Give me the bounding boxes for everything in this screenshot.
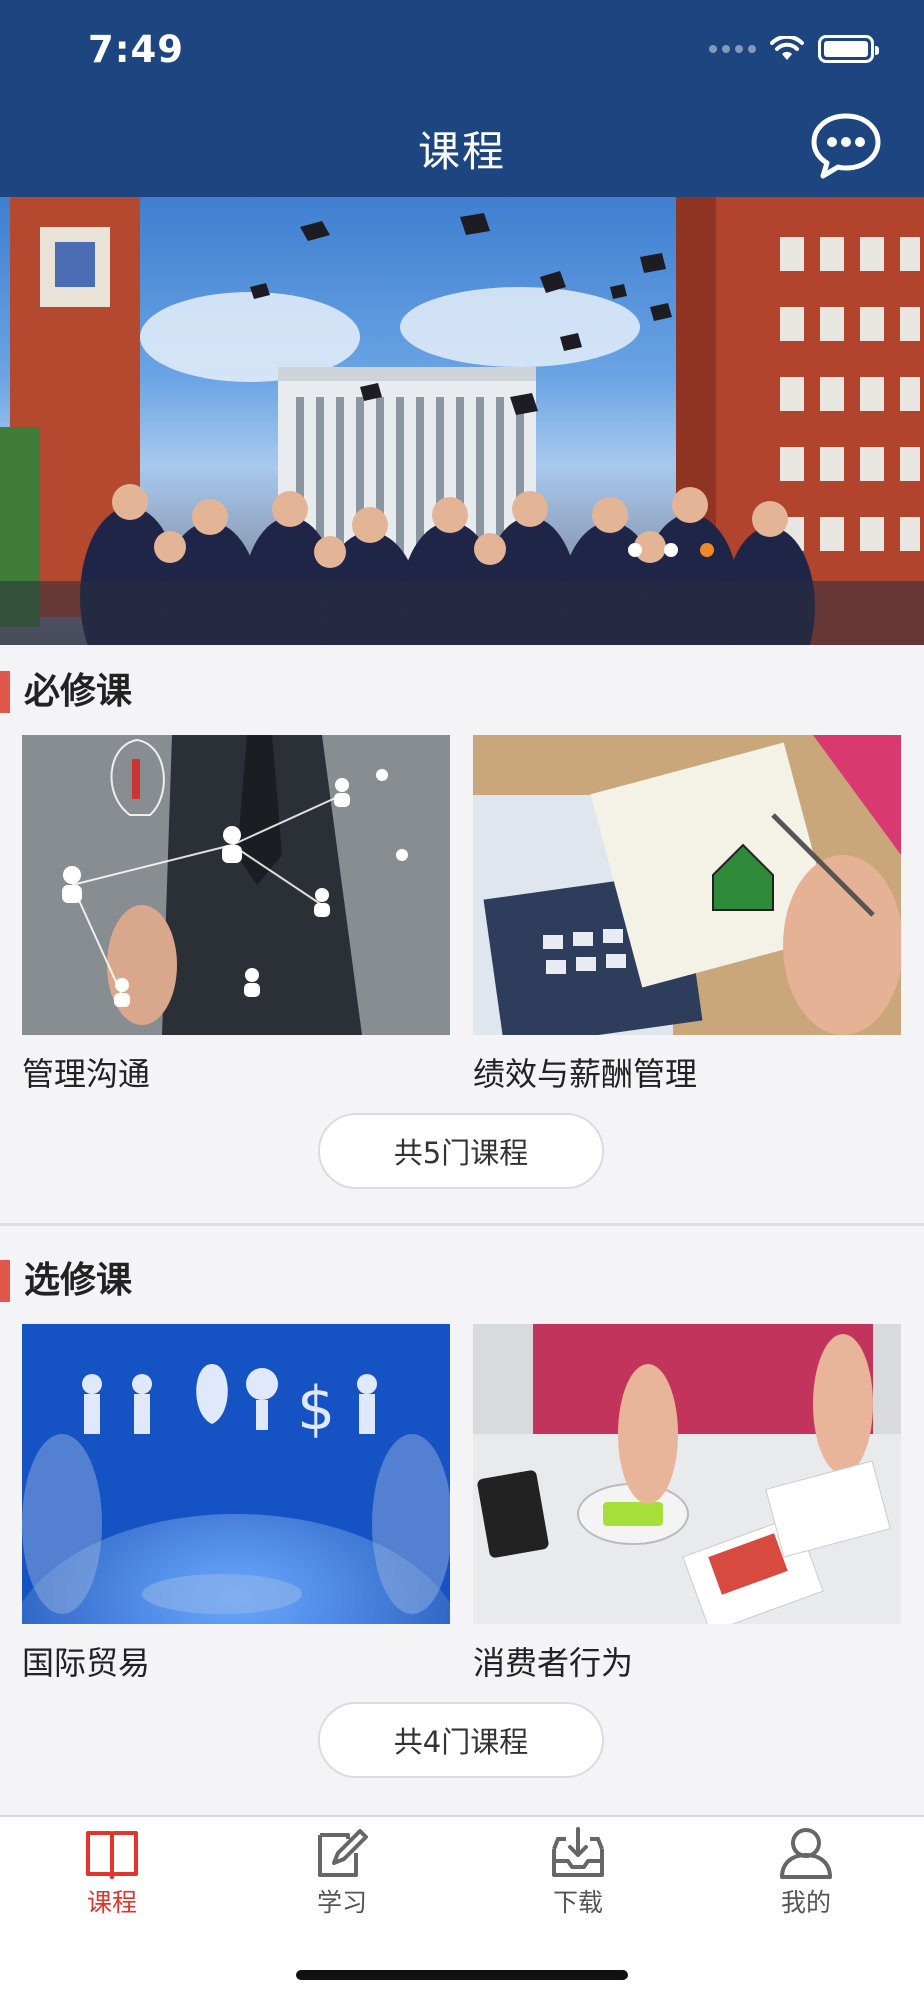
battery-icon xyxy=(818,35,879,63)
tab-download[interactable]: 下载 xyxy=(518,1825,638,1919)
app-screen: 7:49 课程 必修课 管理沟通 绩效与薪酬管理 共5门课程 选修课 $ 国际贸… xyxy=(0,0,924,2000)
section-header: 选修课 xyxy=(0,1254,924,1304)
tab-label: 我的 xyxy=(780,1888,831,1917)
tab-label: 学习 xyxy=(316,1888,367,1917)
top-header: 7:49 课程 xyxy=(0,0,924,197)
chat-bubble-icon xyxy=(811,113,881,179)
tab-me[interactable]: 我的 xyxy=(746,1825,866,1919)
course-name: 绩效与薪酬管理 xyxy=(473,1055,698,1093)
wifi-icon xyxy=(770,36,804,60)
course-name: 消费者行为 xyxy=(473,1644,634,1682)
course-image[interactable] xyxy=(22,735,450,1035)
banner-pager[interactable] xyxy=(628,543,714,557)
page-title: 课程 xyxy=(417,127,506,176)
user-icon xyxy=(780,1828,832,1879)
banner-image xyxy=(0,197,924,645)
more-courses-button[interactable]: 共5门课程 xyxy=(318,1113,604,1189)
status-time: 7:49 xyxy=(88,28,185,71)
home-indicator[interactable] xyxy=(296,1970,628,1980)
banner-dot[interactable] xyxy=(628,543,642,557)
course-name: 管理沟通 xyxy=(22,1055,151,1093)
chat-button[interactable] xyxy=(810,112,882,180)
course-image[interactable] xyxy=(473,735,901,1035)
required-section: 必修课 管理沟通 绩效与薪酬管理 共5门课程 xyxy=(0,665,924,1205)
course-name: 国际贸易 xyxy=(22,1644,151,1682)
course-image[interactable] xyxy=(473,1324,901,1624)
elective-section: 选修课 $ 国际贸易 消费者行为 共4门课程 xyxy=(0,1254,924,1794)
section-accent-bar xyxy=(0,671,10,713)
banner-dot[interactable] xyxy=(664,543,678,557)
section-accent-bar xyxy=(0,1260,10,1302)
banner-dot-active[interactable] xyxy=(700,543,714,557)
course-card[interactable]: 消费者行为 xyxy=(473,1324,901,1684)
svg-text:$: $ xyxy=(297,1374,335,1444)
download-tray-icon xyxy=(552,1827,604,1877)
status-icons xyxy=(709,34,879,64)
more-courses-button[interactable]: 共4门课程 xyxy=(318,1702,604,1778)
signal-icon xyxy=(709,45,756,53)
section-divider xyxy=(0,1223,924,1226)
course-card[interactable]: 管理沟通 xyxy=(22,735,450,1095)
tab-label: 下载 xyxy=(552,1888,603,1917)
section-title: 必修课 xyxy=(24,671,133,712)
tab-label: 课程 xyxy=(86,1888,137,1917)
section-title: 选修课 xyxy=(24,1260,133,1301)
course-image[interactable]: $ xyxy=(22,1324,450,1624)
edit-icon xyxy=(318,1829,368,1877)
section-header: 必修课 xyxy=(0,665,924,715)
book-icon xyxy=(86,1831,138,1879)
banner-carousel[interactable] xyxy=(0,197,924,645)
course-card[interactable]: $ 国际贸易 xyxy=(22,1324,450,1684)
tab-courses[interactable]: 课程 xyxy=(52,1825,172,1919)
tab-study[interactable]: 学习 xyxy=(282,1825,402,1919)
course-card[interactable]: 绩效与薪酬管理 xyxy=(473,735,901,1095)
